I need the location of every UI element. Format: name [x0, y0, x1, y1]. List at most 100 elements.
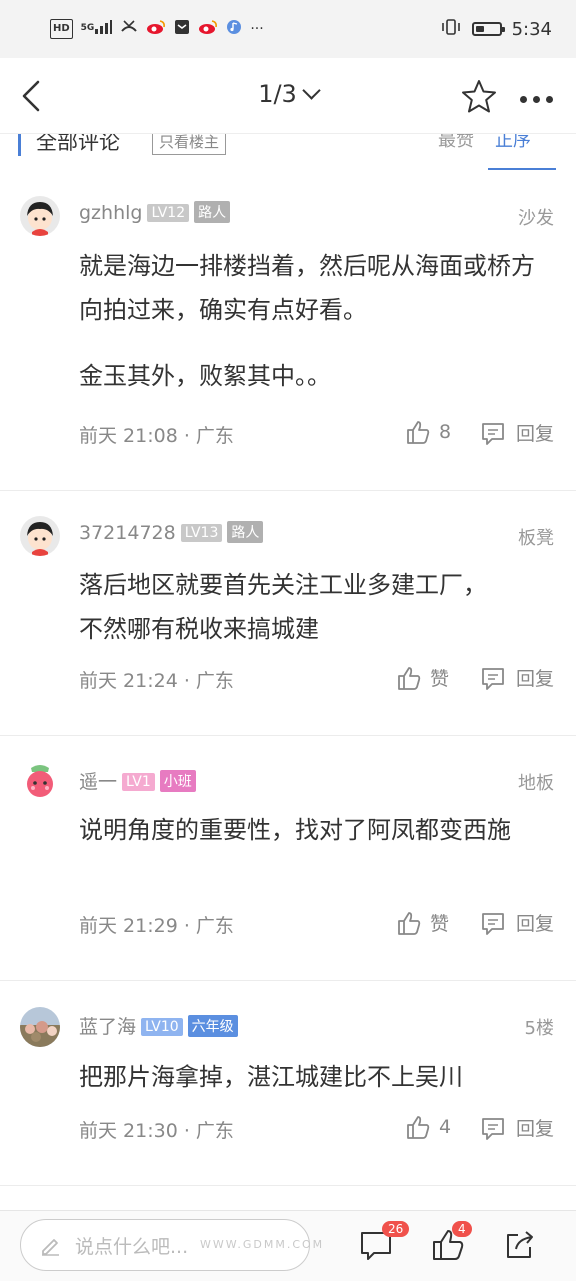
comment-sort-bar: 全部评论 只看楼主 最赞 正序	[0, 134, 576, 170]
rank-tag: 小班	[159, 770, 196, 792]
more-options-button[interactable]	[520, 96, 553, 103]
weibo-icon	[198, 19, 218, 40]
all-comments-label: 全部评论	[36, 134, 120, 154]
comment-text: 说明角度的重要性，找对了阿凤都变西施	[79, 808, 529, 852]
chevron-down-icon	[302, 81, 321, 100]
comment-meta: 前天 21:29 · 广东	[79, 915, 234, 937]
comment-item: 37214728 LV13 路人 板凳 落后地区就要首先关注工业多建工厂，不然哪有税…	[0, 491, 576, 735]
comment-paragraph: 说明角度的重要性，找对了阿凤都变西施	[79, 816, 511, 844]
like-label: 赞	[430, 668, 450, 690]
battery-icon	[471, 22, 505, 36]
comment-bubble-icon	[482, 422, 504, 445]
like-button[interactable]: 赞	[396, 909, 449, 936]
reply-button[interactable]: 回复	[480, 1114, 554, 1141]
floor-label: 5楼	[524, 1018, 554, 1039]
pencil-icon	[42, 1239, 59, 1256]
level-badge: LV1	[122, 773, 155, 791]
top-nav-bar: 1/3	[0, 58, 576, 134]
share-icon	[507, 1231, 533, 1258]
reply-label: 回复	[516, 423, 555, 445]
like-button[interactable]: 4	[405, 1114, 451, 1140]
comment-divider	[0, 1185, 576, 1186]
comment-bubble-icon	[482, 912, 504, 935]
comment-bubble-icon	[482, 1117, 504, 1140]
comment-meta: 前天 21:08 · 广东	[79, 425, 234, 447]
clock: 5:34	[511, 18, 552, 40]
username[interactable]: 蓝了海 LV10 六年级	[79, 1012, 238, 1039]
like-label: 赞	[430, 913, 450, 935]
reply-label: 回复	[516, 668, 555, 690]
status-bar-left-icons: HD 5G ···	[50, 19, 264, 40]
comment-paragraph: 把那片海拿掉，湛江城建比不上吴川	[79, 1063, 463, 1091]
comment-count-badge: 26	[382, 1221, 410, 1237]
comments-button[interactable]: 26	[358, 1221, 410, 1263]
weibo-icon	[146, 19, 166, 40]
reply-button[interactable]: 回复	[480, 909, 554, 936]
comment-text: 落后地区就要首先关注工业多建工厂，不然哪有税收来搞城建	[79, 563, 499, 651]
level-badge: LV10	[141, 1018, 183, 1036]
username[interactable]: 37214728 LV13 路人	[79, 521, 264, 545]
comment-item: 遥一 LV1 小班 地板 说明角度的重要性，找对了阿凤都变西施 前天 21:29 ·…	[0, 736, 576, 980]
rank-tag: 六年级	[187, 1015, 238, 1037]
section-accent	[18, 134, 21, 156]
comment-paragraph: 就是海边一排楼挡着，然后呢从海面或桥方向拍过来，确实有点好看。	[79, 252, 535, 324]
comment-item: gzhhlg LV12 路人 沙发 就是海边一排楼挡着，然后呢从海面或桥方向拍过来，…	[0, 170, 576, 490]
battery-level	[475, 26, 484, 32]
rank-tag: 路人	[227, 521, 264, 543]
sort-order-tab[interactable]: 正序	[495, 134, 531, 152]
username-text: 37214728	[79, 522, 176, 544]
star-icon	[462, 80, 496, 113]
watermark: WWW.GDMM.COM	[200, 1238, 325, 1251]
comment-item: 蓝了海 LV10 六年级 5楼 把那片海拿掉，湛江城建比不上吴川 前天 21:30 …	[0, 981, 576, 1185]
hd-icon: HD	[50, 19, 73, 39]
floor-label: 板凳	[518, 528, 554, 549]
level-badge: LV13	[180, 524, 223, 542]
page-indicator: 1/3	[258, 80, 297, 108]
more-icon: ···	[250, 21, 264, 37]
status-bar: HD 5G ··· 5:34	[0, 0, 576, 58]
reply-label: 回复	[516, 1118, 555, 1140]
app-icon	[174, 19, 190, 40]
like-count: 4	[439, 1116, 452, 1138]
only-op-button[interactable]: 只看楼主	[152, 134, 227, 155]
like-button[interactable]: 8	[405, 419, 451, 445]
username-text: gzhhlg	[79, 202, 143, 224]
comment-input-placeholder: 说点什么吧...	[75, 1235, 189, 1258]
like-button[interactable]: 赞	[396, 664, 449, 691]
reply-label: 回复	[516, 913, 555, 935]
username[interactable]: 遥一 LV1 小班	[79, 767, 196, 794]
avatar[interactable]	[20, 516, 60, 556]
comment-text: 就是海边一排楼挡着，然后呢从海面或桥方向拍过来，确实有点好看。 金玉其外，败絮其…	[79, 244, 539, 398]
like-post-button[interactable]: 4	[430, 1221, 472, 1263]
sort-hot-tab[interactable]: 最赞	[438, 134, 474, 152]
music-icon	[226, 19, 242, 40]
comment-meta: 前天 21:24 · 广东	[79, 670, 234, 692]
username-text: 蓝了海	[79, 1016, 137, 1038]
like-count-badge: 4	[452, 1221, 472, 1237]
reply-button[interactable]: 回复	[480, 419, 554, 446]
reply-button[interactable]: 回复	[480, 664, 554, 691]
thumbs-up-icon	[398, 911, 421, 935]
missed-call-icon	[120, 19, 138, 40]
favorite-button[interactable]	[460, 78, 498, 116]
rank-tag: 路人	[194, 201, 231, 223]
like-count: 8	[439, 421, 452, 443]
status-bar-right: 5:34	[440, 18, 552, 41]
avatar[interactable]	[20, 1007, 60, 1047]
floor-label: 地板	[518, 773, 554, 794]
signal-5g-icon: 5G	[81, 19, 113, 40]
comment-text: 把那片海拿掉，湛江城建比不上吴川	[79, 1055, 539, 1099]
thumbs-up-icon	[398, 666, 421, 690]
thumbs-up-icon	[407, 1116, 430, 1139]
avatar[interactable]	[20, 196, 60, 236]
username-text: 遥一	[79, 771, 118, 793]
comment-paragraph: 落后地区就要首先关注工业多建工厂，不然哪有税收来搞城建	[79, 571, 487, 643]
avatar[interactable]	[20, 760, 60, 800]
username[interactable]: gzhhlg LV12 路人	[79, 201, 231, 225]
level-badge: LV12	[147, 204, 190, 222]
share-button[interactable]	[502, 1227, 538, 1263]
comment-meta: 前天 21:30 · 广东	[79, 1120, 234, 1142]
floor-label: 沙发	[518, 208, 554, 229]
comment-bubble-icon	[482, 667, 504, 690]
comment-paragraph: 金玉其外，败絮其中。。	[79, 362, 331, 390]
